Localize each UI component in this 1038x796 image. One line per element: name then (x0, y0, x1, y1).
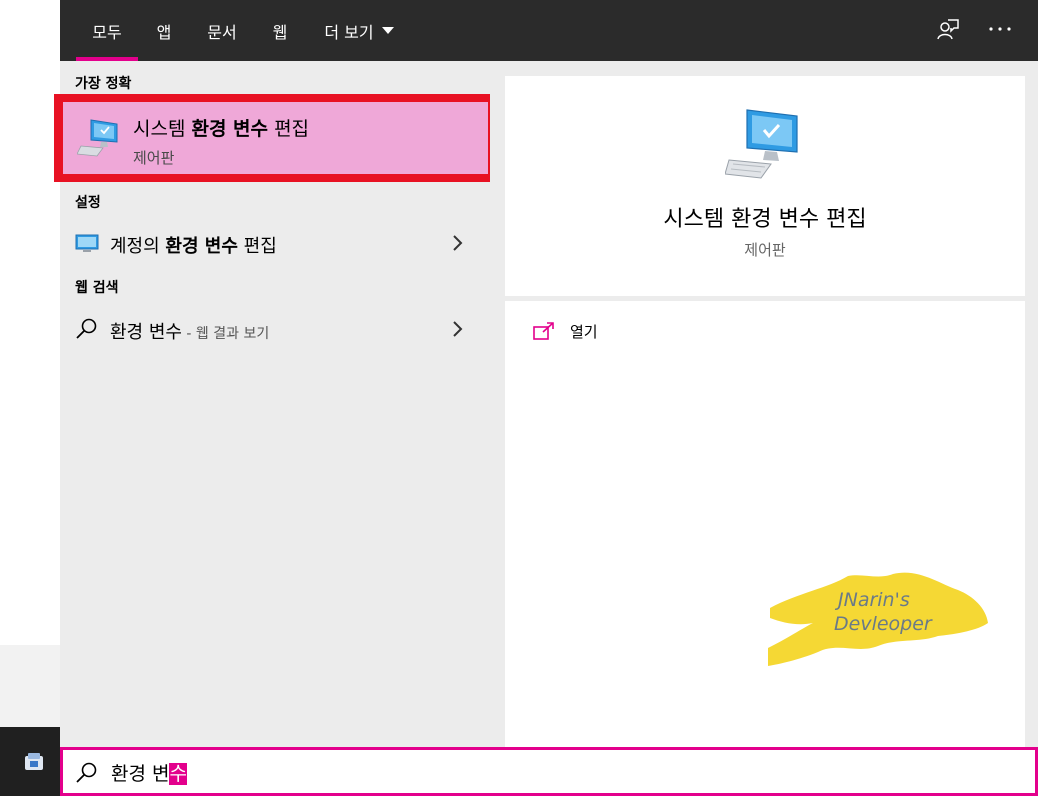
open-icon (533, 322, 554, 340)
desktop-panel (0, 645, 60, 727)
system-monitor-icon (725, 109, 798, 179)
tab-label: 앱 (156, 22, 172, 42)
preview-actions-card: 열기 JNarin's Devleoper (505, 301, 1025, 747)
label-match-text: 환경 변수 (165, 236, 238, 257)
label-text: 편집 (237, 236, 277, 257)
settings-result-label: 계정의 환경 변수 편집 (110, 232, 277, 258)
preview-pane: 시스템 환경 변수 편집 제어판 열기 JNarin's Devleoper (490, 61, 1038, 747)
search-composing-text: 수 (169, 763, 187, 785)
tab-label: 문서 (207, 22, 237, 42)
best-match-item[interactable]: 시스템 환경 변수 편집 제어판 (63, 102, 488, 174)
preview-header-card: 시스템 환경 변수 편집 제어판 (505, 76, 1025, 296)
feedback-icon[interactable] (935, 16, 961, 42)
desktop-area (0, 0, 60, 645)
tab-web[interactable]: 웹 (262, 0, 298, 61)
section-header-best-match: 가장 정확 (75, 76, 132, 92)
search-typed-text: 환경 변 (111, 763, 170, 785)
watermark-line2: Devleoper (834, 613, 933, 635)
section-header-web: 웹 검색 (75, 280, 119, 296)
title-text: 시스템 (133, 118, 192, 140)
search-box[interactable]: 환경 변수 (60, 747, 1038, 796)
best-match-highlight: 시스템 환경 변수 편집 제어판 (54, 94, 497, 182)
system-monitor-icon (77, 119, 118, 157)
taskbar (0, 727, 60, 796)
monitor-settings-icon (75, 234, 99, 252)
web-query-text: 환경 변수 (110, 322, 182, 343)
title-match-text: 환경 변수 (191, 118, 269, 140)
tab-more[interactable]: 더 보기 (314, 0, 404, 61)
results-pane: 가장 정확 시스템 환경 변수 편집 제어판 설정 계정의 환경 변수 편집 웹… (54, 61, 497, 747)
app-taskbar-icon[interactable] (22, 751, 46, 773)
tab-apps[interactable]: 앱 (146, 0, 182, 61)
tab-label: 웹 (272, 22, 288, 42)
chevron-down-icon (381, 27, 394, 34)
title-text: 편집 (268, 118, 310, 140)
search-icon (76, 762, 97, 783)
search-icon (76, 318, 97, 339)
web-suffix-text: - 웹 결과 보기 (181, 326, 270, 342)
tab-documents[interactable]: 문서 (200, 0, 244, 61)
tab-label: 모두 (92, 22, 122, 42)
search-input[interactable]: 환경 변수 (111, 759, 187, 786)
best-match-title: 시스템 환경 변수 편집 (133, 114, 309, 141)
label-text: 계정의 (110, 236, 166, 257)
more-options-icon[interactable] (987, 16, 1013, 42)
section-header-settings: 설정 (75, 195, 101, 211)
chevron-right-icon[interactable] (450, 319, 464, 339)
watermark-logo: JNarin's Devleoper (768, 572, 988, 666)
tab-label: 더 보기 (324, 22, 374, 42)
preview-subtitle: 제어판 (744, 241, 786, 259)
web-result-label: 환경 변수 - 웹 결과 보기 (110, 318, 269, 344)
preview-title: 시스템 환경 변수 편집 (663, 207, 867, 232)
open-label: 열기 (570, 323, 598, 341)
settings-result-item[interactable]: 계정의 환경 변수 편집 (60, 221, 490, 265)
search-filter-bar: 모두 앱 문서 웹 더 보기 (60, 0, 1038, 61)
chevron-right-icon[interactable] (450, 233, 464, 253)
tab-all[interactable]: 모두 (76, 0, 138, 61)
best-match-subtitle: 제어판 (133, 149, 175, 167)
watermark-line1: JNarin's (834, 589, 910, 611)
web-result-item[interactable]: 환경 변수 - 웹 결과 보기 (60, 307, 490, 351)
